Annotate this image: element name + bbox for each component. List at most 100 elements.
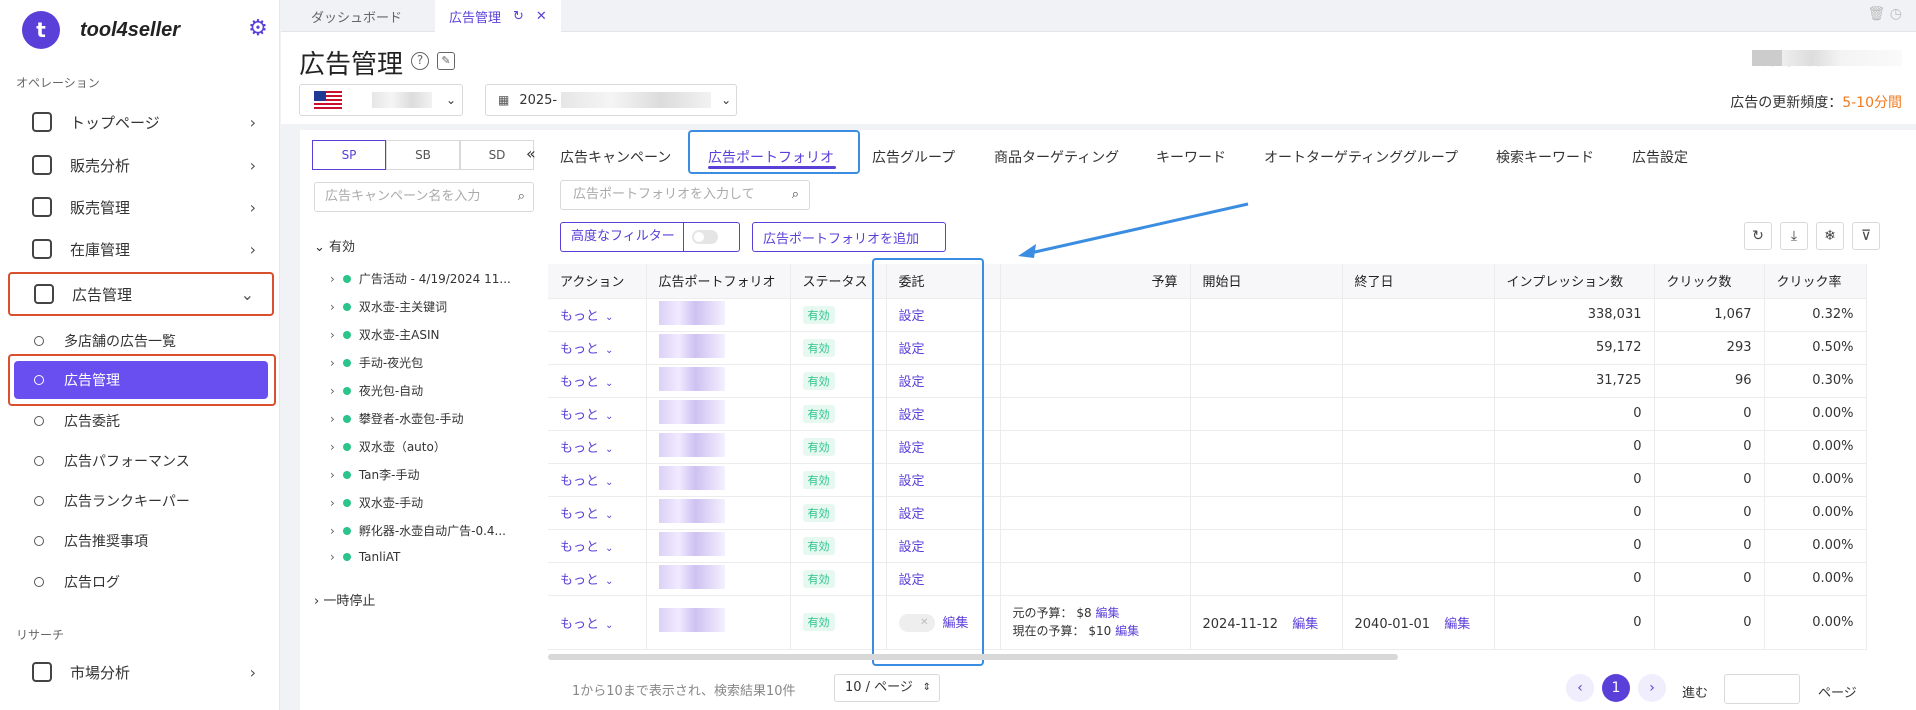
brand-logo[interactable]: t tool4seller xyxy=(22,10,180,50)
action-cell[interactable]: もっと ⌄ xyxy=(548,430,647,464)
filter-icon[interactable]: ⊽ xyxy=(1852,222,1880,250)
more-button[interactable]: もっと ⌄ xyxy=(560,573,613,588)
tab-ad-groups[interactable]: 広告グループ xyxy=(872,140,955,174)
action-cell[interactable]: もっと ⌄ xyxy=(548,595,647,650)
tree-item[interactable]: › Tan李-手动 xyxy=(330,466,419,483)
tree-item[interactable]: › 广告活动 - 4/19/2024 11... xyxy=(330,270,511,287)
tree-item[interactable]: › 攀登者-水壶包-手动 xyxy=(330,410,463,427)
tab-campaigns[interactable]: 広告キャンペーン xyxy=(560,140,671,174)
next-page-button[interactable]: › xyxy=(1638,674,1666,702)
filter-toggle[interactable] xyxy=(691,230,718,244)
more-button[interactable]: もっと ⌄ xyxy=(560,408,613,423)
col-clicks[interactable]: クリック数 xyxy=(1654,264,1765,299)
sidebar-item-market-analysis[interactable]: 市場分析 › xyxy=(8,652,274,692)
horizontal-scrollbar[interactable] xyxy=(548,654,1398,660)
segment-sp[interactable]: SP xyxy=(312,140,386,170)
sidebar-item-inventory[interactable]: 在庫管理 › xyxy=(8,229,274,269)
action-cell[interactable]: もっと ⌄ xyxy=(548,397,647,431)
collapse-icon[interactable]: « xyxy=(526,144,536,163)
sidebar-sub-delegate[interactable]: 広告委託 xyxy=(14,402,268,440)
action-cell[interactable]: もっと ⌄ xyxy=(548,298,647,332)
edit-icon[interactable]: ✎ xyxy=(437,52,455,70)
tab-auto-targeting[interactable]: オートターゲティンググループ xyxy=(1264,140,1458,174)
sidebar-item-sales-management[interactable]: 販売管理 › xyxy=(8,187,274,227)
more-button[interactable]: もっと ⌄ xyxy=(560,309,613,324)
add-portfolio-button[interactable]: 広告ポートフォリオを追加 xyxy=(752,222,946,252)
clock-icon[interactable]: ◷ xyxy=(1890,6,1902,22)
portfolio-search-input[interactable]: 広告ポートフォリオを入力して ⌕ xyxy=(560,180,810,210)
action-cell[interactable]: もっと ⌄ xyxy=(548,364,647,398)
tab-search-terms[interactable]: 検索キーワード xyxy=(1496,140,1594,174)
goto-page-input[interactable] xyxy=(1724,674,1800,704)
action-cell[interactable]: もっと ⌄ xyxy=(548,463,647,497)
sidebar-sub-recommendations[interactable]: 広告推奨事項 xyxy=(14,522,268,560)
tab-ad-management[interactable]: 広告管理 ↻ ✕ xyxy=(435,0,561,32)
tree-item[interactable]: › 双水壶-主关键词 xyxy=(330,298,447,315)
tree-item[interactable]: › 双水壶-主ASIN xyxy=(330,326,440,343)
advanced-filter-button[interactable]: 高度なフィルター xyxy=(560,222,740,252)
sidebar-sub-log[interactable]: 広告ログ xyxy=(14,563,268,601)
sidebar: t tool4seller ⚙ オペレーション トップページ › 販売分析 › 販売… xyxy=(0,0,280,710)
sidebar-item-sales-analysis[interactable]: 販売分析 › xyxy=(8,145,274,185)
tree-item[interactable]: › 孵化器-水壶自动广告-0.4... xyxy=(330,522,506,539)
more-button[interactable]: もっと ⌄ xyxy=(560,474,613,489)
marketplace-select[interactable]: ⌄ xyxy=(299,84,463,116)
action-cell[interactable]: もっと ⌄ xyxy=(548,331,647,365)
more-button[interactable]: もっと ⌄ xyxy=(560,617,613,632)
trash-icon[interactable]: 🗑 xyxy=(1868,6,1886,22)
prev-page-button[interactable]: ‹ xyxy=(1566,674,1594,702)
sidebar-item-ad-management[interactable]: 広告管理 ⌄ xyxy=(8,272,274,316)
tab-keywords[interactable]: キーワード xyxy=(1156,140,1226,174)
campaign-search-input[interactable]: 広告キャンペーン名を入力 ⌕ xyxy=(314,182,534,212)
action-cell[interactable]: もっと ⌄ xyxy=(548,529,647,563)
status-dot xyxy=(342,274,351,283)
tab-ad-settings[interactable]: 広告設定 xyxy=(1632,140,1688,174)
date-range-picker[interactable]: ▦ 2025- ⌄ xyxy=(485,84,737,116)
col-impressions[interactable]: インプレッション数 xyxy=(1494,264,1655,299)
tree-item[interactable]: › TanliAT xyxy=(330,550,400,564)
more-button[interactable]: もっと ⌄ xyxy=(560,441,613,456)
segment-sb[interactable]: SB xyxy=(386,140,460,170)
budget-cell: 元の予算： $8 編集 現在の予算： $10 編集 xyxy=(1000,595,1191,650)
close-icon[interactable]: ✕ xyxy=(536,9,547,24)
budget-current-edit-link[interactable]: 編集 xyxy=(1115,624,1139,638)
end-date-edit-link[interactable]: 編集 xyxy=(1444,617,1470,632)
more-button[interactable]: もっと ⌄ xyxy=(560,540,613,555)
budget-original-edit-link[interactable]: 編集 xyxy=(1095,606,1119,620)
current-page-button[interactable]: 1 xyxy=(1602,674,1630,702)
segment-sd[interactable]: SD xyxy=(460,140,534,170)
tree-item[interactable]: › 双水壶（auto） xyxy=(330,438,446,455)
tree-item[interactable]: › 双水壶-手动 xyxy=(330,494,423,511)
help-icon[interactable]: ? xyxy=(411,52,429,70)
bag-icon xyxy=(32,662,52,682)
sidebar-sub-ad-management[interactable]: 広告管理 xyxy=(14,361,268,399)
sidebar-sub-rank-keeper[interactable]: 広告ランクキーパー xyxy=(14,482,268,520)
gear-icon[interactable]: ⚙ xyxy=(246,17,270,41)
sidebar-sub-performance[interactable]: 広告パフォーマンス xyxy=(14,442,268,480)
sidebar-item-top[interactable]: トップページ › xyxy=(8,102,274,142)
refresh-icon[interactable]: ↻ xyxy=(513,9,524,24)
page-size-select[interactable]: 10 / ページ ⇕ xyxy=(834,674,940,702)
tree-group-paused[interactable]: › 一時停止 xyxy=(314,590,375,609)
settings-icon[interactable]: ❄ xyxy=(1816,222,1844,250)
tree-group-active[interactable]: ⌄ 有効 xyxy=(314,236,355,255)
refresh-icon[interactable]: ↻ xyxy=(1744,222,1772,250)
col-ctr[interactable]: クリック率 xyxy=(1764,264,1867,299)
tab-product-targeting[interactable]: 商品ターゲティング xyxy=(994,140,1119,174)
portfolio-name-redacted xyxy=(658,498,725,523)
tab-dashboard[interactable]: ダッシュボード xyxy=(297,0,416,32)
tree-group-label: 有効 xyxy=(329,240,356,255)
more-button[interactable]: もっと ⌄ xyxy=(560,342,613,357)
more-button[interactable]: もっと ⌄ xyxy=(560,507,613,522)
action-cell[interactable]: もっと ⌄ xyxy=(548,496,647,530)
action-cell[interactable]: もっと ⌄ xyxy=(548,562,647,596)
tree-item[interactable]: › 手动-夜光包 xyxy=(330,354,423,371)
start-date-edit-link[interactable]: 編集 xyxy=(1292,617,1318,632)
status-dot xyxy=(342,414,351,423)
search-icon[interactable]: ⌕ xyxy=(792,181,799,209)
tree-item-label: 夜光包-自动 xyxy=(358,384,424,398)
more-button[interactable]: もっと ⌄ xyxy=(560,375,613,390)
download-icon[interactable]: ⤓ xyxy=(1780,222,1808,250)
search-icon[interactable]: ⌕ xyxy=(518,183,525,211)
tree-item[interactable]: › 夜光包-自动 xyxy=(330,382,423,399)
